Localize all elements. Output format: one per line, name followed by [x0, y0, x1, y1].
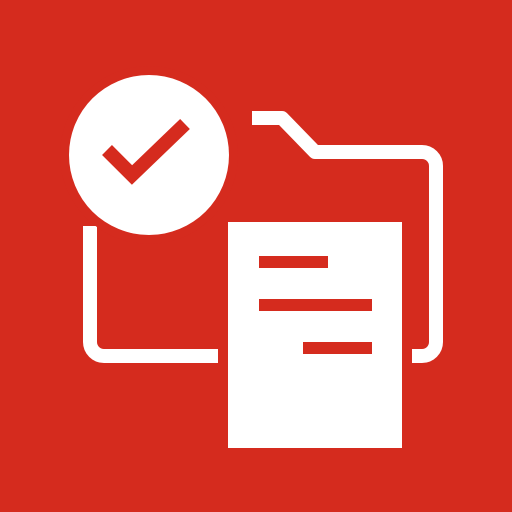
app-icon: [0, 0, 512, 512]
document-line-1: [259, 256, 328, 268]
document-icon: [218, 212, 412, 458]
app-icon-graphic: [0, 0, 512, 512]
check-circle-icon: [60, 66, 238, 244]
document-line-3: [303, 342, 372, 354]
document-line-2: [259, 299, 372, 311]
